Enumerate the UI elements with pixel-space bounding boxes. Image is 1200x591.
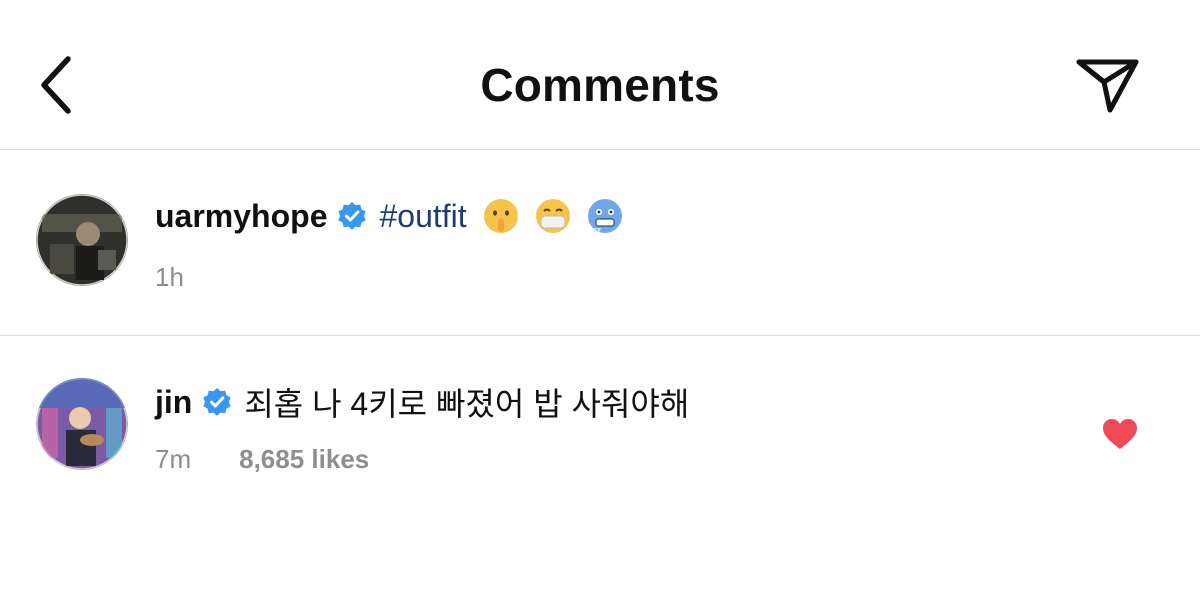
avatar[interactable] <box>36 194 128 286</box>
page-title: Comments <box>480 59 720 111</box>
comment-line: jin 죄홉 나 4키로 빠졌어 밥 사줘야해 <box>155 380 689 424</box>
like-button[interactable] <box>1098 414 1142 454</box>
share-button[interactable] <box>1068 50 1148 120</box>
hashtag-link[interactable]: #outfit <box>379 198 466 235</box>
comment-line: uarmyhope #outfit <box>155 194 623 238</box>
comment-item: jin 죄홉 나 4키로 빠졌어 밥 사줘야해 7m 8,685 likes <box>0 336 1200 591</box>
face-with-mask-icon <box>535 198 571 234</box>
heart-icon <box>1103 419 1137 449</box>
verified-badge-icon <box>202 387 232 417</box>
paper-plane-icon <box>1076 59 1139 113</box>
timestamp: 7m <box>155 444 192 474</box>
comment-meta: 1h <box>155 262 184 293</box>
username[interactable]: jin <box>155 384 192 421</box>
comment-meta: 7m 8,685 likes <box>155 444 369 475</box>
username[interactable]: uarmyhope <box>155 198 327 235</box>
comment-text: 죄홉 나 4키로 빠졌어 밥 사줘야해 <box>244 386 690 422</box>
avatar[interactable] <box>36 378 128 470</box>
shushing-face-icon <box>483 198 519 234</box>
timestamp: 1h <box>155 262 184 292</box>
comments-screen: Comments uarmyhope #outfit 1h jin 죄홉 나 4… <box>0 0 1200 591</box>
likes-count[interactable]: 8,685 likes <box>239 444 369 475</box>
cold-face-icon <box>587 198 623 234</box>
header: Comments <box>0 0 1200 150</box>
verified-badge-icon <box>337 201 367 231</box>
comment-item: uarmyhope #outfit 1h <box>0 150 1200 336</box>
